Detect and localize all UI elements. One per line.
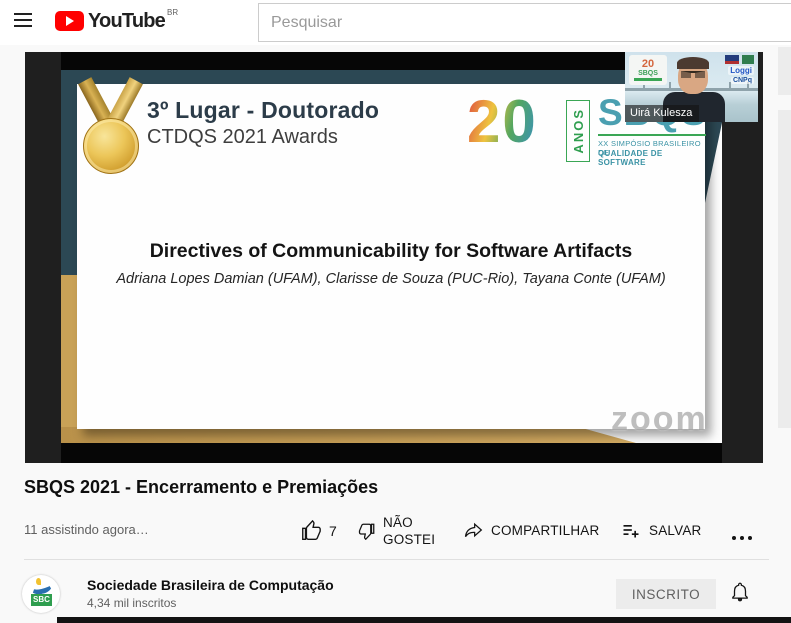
- video-player[interactable]: 3º Lugar - Doutorado CTDQS 2021 Awards 2…: [25, 52, 763, 463]
- slide-card: 3º Lugar - Doutorado CTDQS 2021 Awards 2…: [77, 84, 705, 429]
- paper-title: Directives of Communicability for Softwa…: [77, 240, 705, 263]
- anniversary-20-logo: 20: [467, 90, 538, 154]
- slide-teal-left-strip: [61, 85, 77, 275]
- dislike-label: NÃO GOSTEI: [383, 514, 443, 548]
- channel-avatar[interactable]: SBC: [22, 575, 60, 613]
- menu-icon[interactable]: [14, 13, 32, 27]
- video-meta-row: 11 assistindo agora… 7 NÃO GOSTEI COMPAR…: [0, 508, 791, 554]
- search-input[interactable]: [258, 3, 791, 42]
- zoom-watermark: zoom: [611, 400, 708, 439]
- share-label: COMPARTILHAR: [491, 523, 599, 538]
- youtube-play-icon: [55, 11, 84, 31]
- badge-bar: [634, 78, 662, 81]
- award-subtitle: CTDQS 2021 Awards: [147, 126, 338, 149]
- gold-medal-icon: [82, 82, 140, 178]
- anos-label: ANOS: [571, 108, 586, 154]
- video-title: SBQS 2021 - Encerramento e Premiações: [24, 477, 724, 498]
- thumb-up-icon: [300, 520, 322, 542]
- more-actions-button[interactable]: [730, 528, 754, 546]
- related-video-thumbnail-edge[interactable]: [778, 47, 791, 95]
- speaker-hair: [677, 57, 709, 69]
- sbqs-20-badge: 20 SBQS: [629, 55, 667, 85]
- sbqs-logo-divider: [598, 134, 706, 136]
- sponsor-logos: Loggi CNPq: [725, 55, 754, 84]
- save-button[interactable]: SALVAR: [620, 520, 701, 540]
- bottom-edge-strip: [57, 617, 791, 623]
- share-button[interactable]: COMPARTILHAR: [462, 520, 599, 540]
- screen-share-slide: 3º Lugar - Doutorado CTDQS 2021 Awards 2…: [61, 70, 722, 443]
- header: YouTube BR: [0, 0, 791, 45]
- section-divider: [24, 559, 769, 560]
- speaker-name-tag: Uirá Kulesza: [625, 105, 699, 122]
- sbqs-logo-subtitle-2: QUALIDADE DE SOFTWARE: [598, 149, 705, 167]
- youtube-region-label: BR: [167, 8, 178, 17]
- thumb-down-icon: [358, 522, 376, 540]
- anos-badge: ANOS: [566, 100, 590, 162]
- channel-row: SBC Sociedade Brasileira de Computação 4…: [0, 570, 791, 618]
- cnpq-logo: CNPq: [731, 77, 754, 84]
- bell-icon: [729, 580, 751, 604]
- slide-gold-bottom-band: [61, 427, 636, 443]
- subscribed-button[interactable]: INSCRITO: [616, 579, 716, 609]
- channel-name[interactable]: Sociedade Brasileira de Computação: [87, 577, 334, 593]
- dislike-button[interactable]: NÃO GOSTEI: [358, 514, 443, 548]
- webcam-overlay: 20 SBQS Loggi CNPq Uirá Kulesza: [625, 52, 758, 122]
- watching-count: 11 assistindo agora…: [24, 522, 149, 537]
- related-video-thumbnail-edge-2[interactable]: [778, 110, 791, 428]
- university-logo-icons: [725, 55, 754, 64]
- channel-subscribers: 4,34 mil inscritos: [87, 596, 176, 610]
- badge-text: SBQS: [638, 70, 658, 77]
- ellipsis-icon: [730, 535, 754, 541]
- notification-bell-button[interactable]: [727, 579, 753, 607]
- playlist-add-icon: [620, 520, 642, 540]
- video-pillarbox-left: [25, 52, 61, 463]
- share-arrow-icon: [462, 520, 484, 540]
- youtube-logo[interactable]: YouTube BR: [55, 9, 178, 33]
- speaker-glasses: [681, 71, 705, 78]
- like-count: 7: [329, 523, 337, 539]
- loggi-logo: Loggi: [728, 66, 754, 75]
- slide-teal-band: [61, 70, 722, 85]
- sbc-logo-text: SBC: [31, 594, 52, 606]
- save-label: SALVAR: [649, 523, 701, 538]
- paper-authors: Adriana Lopes Damian (UFAM), Clarisse de…: [77, 271, 705, 287]
- slide-gold-left-strip: [61, 275, 77, 443]
- award-title: 3º Lugar - Doutorado: [147, 97, 379, 124]
- youtube-logo-text: YouTube: [88, 9, 165, 33]
- like-button[interactable]: 7: [300, 520, 337, 542]
- badge-number: 20: [642, 59, 654, 70]
